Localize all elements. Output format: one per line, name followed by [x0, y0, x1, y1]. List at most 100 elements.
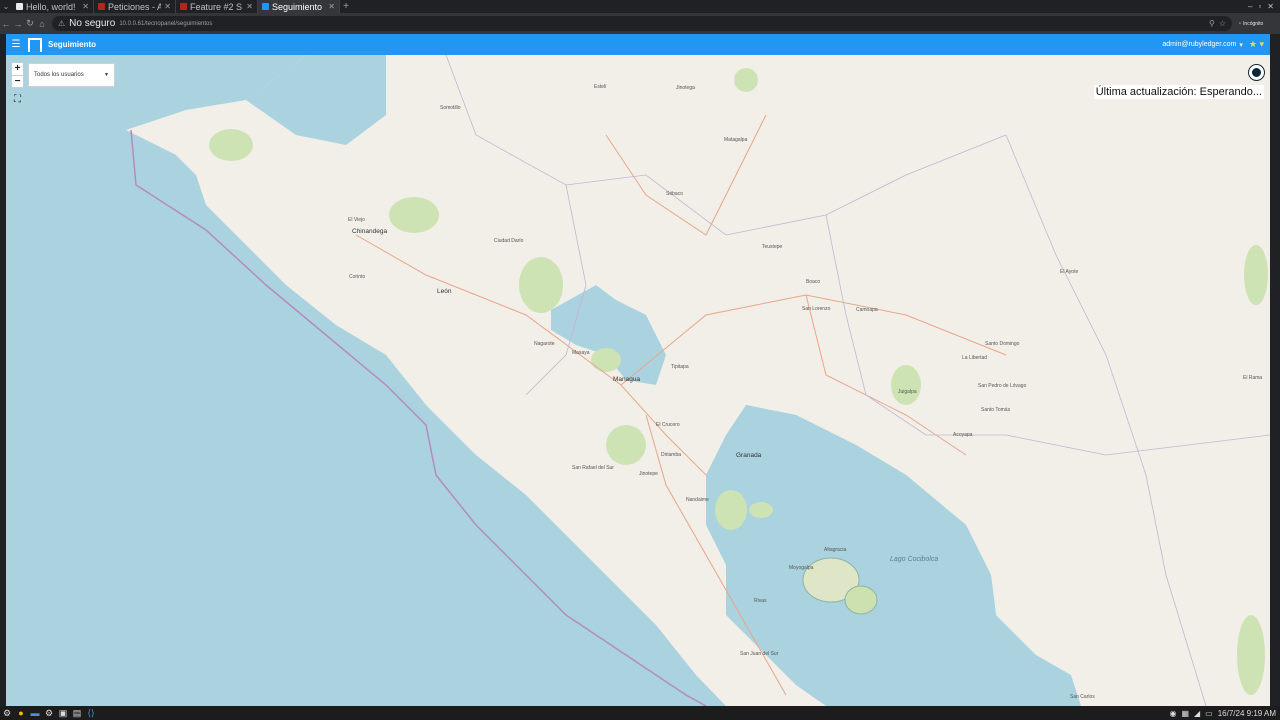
zoom-in-button[interactable]: + [12, 63, 23, 75]
place-label: El Crucero [656, 422, 680, 428]
place-label: El Ayote [1060, 269, 1078, 275]
tab-title: Peticiones - A [108, 1, 162, 12]
bookmark-star-icon[interactable]: ☆ [1219, 19, 1226, 28]
reload-icon[interactable]: ↻ [24, 18, 36, 29]
place-label: Santo Domingo [985, 341, 1020, 347]
tab-favicon-icon [98, 3, 105, 10]
locate-icon[interactable] [1249, 65, 1264, 80]
map-canvas[interactable]: Chinandega León Managua Granada Masaya Jinote… [6, 55, 1270, 706]
chevron-down-icon: ▼ [104, 72, 109, 78]
browser-toolbar: ← → ↻ ⌂ ⚠ No seguro 10.0.0.61/tecnopanel… [0, 13, 1280, 34]
place-label: Acoyapa [953, 432, 973, 438]
place-label: Tipitapa [671, 364, 689, 370]
terminal-icon[interactable]: ▣ [56, 706, 70, 720]
maximize-icon[interactable]: ▫ [1258, 2, 1261, 11]
place-label: Santo Tomás [981, 407, 1011, 413]
tab-title: Feature #2 S [190, 1, 243, 12]
tab-favicon-icon [16, 3, 23, 10]
tab-title: Seguimiento [272, 1, 323, 12]
incognito-icon: ◔ [1238, 20, 1242, 27]
place-label: Ciudad Darío [494, 238, 524, 244]
browser-tab[interactable]: Hello, world! ✕ [12, 0, 94, 13]
place-label: San Carlos [1070, 694, 1095, 700]
app-logo[interactable] [28, 37, 42, 52]
tab-close-icon[interactable]: ✕ [328, 2, 335, 11]
place-label: San Pedro de Lóvago [978, 383, 1027, 389]
place-label: Nandaime [686, 497, 709, 503]
browser-tab[interactable]: Seguimiento ✕ [258, 0, 340, 13]
place-label: San Rafael del Sur [572, 465, 614, 471]
clipboard-icon[interactable]: ▦ [1181, 709, 1189, 718]
place-label: Altagracia [824, 547, 846, 553]
vscode-icon[interactable]: ⟨⟩ [84, 706, 98, 720]
address-bar[interactable]: ⚠ No seguro 10.0.0.61/tecnopanel/seguimi… [52, 16, 1232, 31]
incognito-badge[interactable]: ◔ Incógnito [1232, 21, 1269, 27]
network-icon[interactable]: ◉ [1169, 709, 1176, 718]
battery-icon[interactable]: ▭ [1205, 709, 1213, 718]
file-manager-icon[interactable]: ▬ [28, 706, 42, 720]
place-label: León [437, 288, 452, 295]
place-label: Teustepe [762, 244, 783, 250]
land-area [126, 55, 1270, 706]
place-label: Diriamba [661, 452, 681, 458]
place-label: Matagalpa [724, 137, 748, 143]
last-update-status: Última actualización: Esperando... [1093, 85, 1264, 99]
tab-close-icon[interactable]: ✕ [164, 2, 171, 11]
close-window-icon[interactable]: ✕ [1267, 2, 1274, 11]
minimize-icon[interactable]: – [1248, 2, 1252, 11]
zoom-out-button[interactable]: − [12, 75, 23, 87]
place-label: Lago Cocibolca [890, 556, 938, 563]
chrome-icon[interactable]: ● [14, 706, 28, 720]
back-icon[interactable]: ← [0, 19, 12, 29]
forward-icon[interactable]: → [12, 19, 24, 29]
url-text: 10.0.0.61/tecnopanel/seguimientos [119, 20, 213, 27]
tab-favicon-icon [180, 3, 187, 10]
user-filter-select[interactable]: Todos los usuarios ▼ [28, 63, 115, 87]
new-tab-button[interactable]: + [340, 1, 352, 12]
zoom-icon[interactable]: ⚲ [1209, 19, 1215, 28]
place-label: Chinandega [352, 228, 387, 235]
tab-title: Hello, world! [26, 1, 76, 12]
fullscreen-icon[interactable]: ⛶ [11, 93, 24, 106]
start-menu-icon[interactable]: ⚙ [0, 706, 14, 720]
tab-search-icon[interactable]: ⌄ [0, 0, 12, 13]
window-controls: – ▫ ✕ [1248, 2, 1280, 11]
place-label: La Libertad [962, 355, 987, 361]
place-label: Jinotega [676, 85, 695, 91]
user-menu[interactable]: admin@rubyledger.com ▾ [1162, 41, 1249, 49]
place-label: Masaya [572, 350, 590, 356]
system-tray: ◉ ▦ ◢ ▭ 16/7/24 9:19 AM [1169, 709, 1280, 718]
settings-icon[interactable]: ⚙ [42, 706, 56, 720]
map-svg: Chinandega León Managua Granada Masaya Jinote… [126, 55, 1270, 706]
place-label: Jinotepe [639, 471, 658, 477]
tab-close-icon[interactable]: ✕ [82, 2, 89, 11]
place-label: San Lorenzo [802, 306, 831, 312]
menu-icon[interactable]: ☰ [6, 39, 26, 50]
security-label: No seguro [69, 18, 116, 29]
ometepe-island-south [844, 585, 878, 615]
warning-icon: ⚠ [58, 19, 66, 28]
app-bar: ☰ Seguimiento admin@rubyledger.com ▾ ★ ▾ [6, 34, 1270, 55]
volume-icon[interactable]: ◢ [1194, 709, 1200, 718]
favorites-icon[interactable]: ★ ▾ [1249, 39, 1270, 50]
browser-tabstrip: ⌄ Hello, world! ✕ Peticiones - A ✕ Feature #… [0, 0, 1280, 13]
place-label: Sébaco [666, 191, 683, 197]
browser-tab[interactable]: Peticiones - A ✕ [94, 0, 176, 13]
browser-tab[interactable]: Feature #2 S ✕ [176, 0, 258, 13]
home-icon[interactable]: ⌂ [36, 19, 48, 29]
incognito-label: Incógnito [1243, 20, 1264, 27]
page: ☰ Seguimiento admin@rubyledger.com ▾ ★ ▾ [6, 34, 1270, 706]
clock[interactable]: 16/7/24 9:19 AM [1218, 709, 1276, 718]
place-label: Corinto [349, 274, 365, 280]
user-filter-value: Todos los usuarios [34, 72, 84, 78]
user-email: admin@rubyledger.com [1162, 41, 1237, 48]
text-editor-icon[interactable]: ▤ [70, 706, 84, 720]
place-label: San Juan del Sur [740, 651, 779, 657]
chevron-down-icon: ▾ [1239, 41, 1243, 49]
place-label: Nagarote [534, 341, 555, 347]
zoom-control: + − [11, 62, 24, 88]
place-label: El Viejo [348, 217, 365, 223]
tab-close-icon[interactable]: ✕ [246, 2, 253, 11]
place-label: Moyogalpa [789, 565, 814, 571]
place-label: Juigalpa [898, 389, 917, 395]
